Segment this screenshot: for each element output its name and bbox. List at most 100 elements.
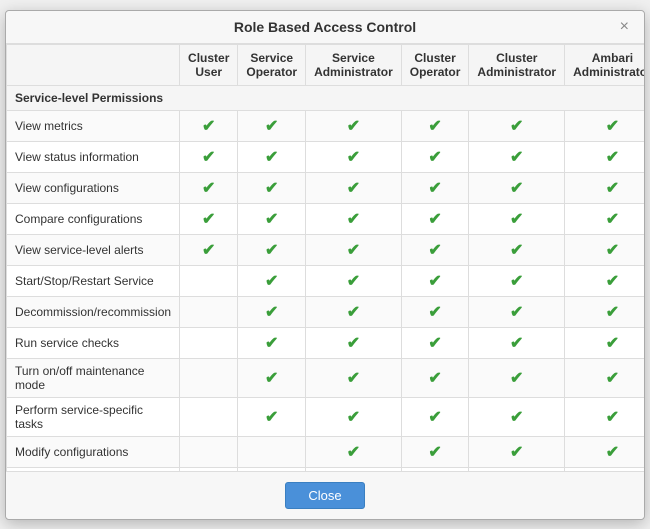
checkmark-icon: ✔	[428, 180, 441, 197]
permission-cell-ambari_administrator: ✔	[565, 436, 644, 467]
checkmark-icon: ✔	[347, 335, 360, 352]
modal-close-x-button[interactable]: ×	[615, 17, 634, 37]
checkmark-icon: ✔	[265, 149, 278, 166]
permission-cell-cluster_administrator: ✔	[469, 436, 565, 467]
checkmark-icon: ✔	[510, 118, 523, 135]
permission-cell-cluster_user	[180, 358, 238, 397]
checkmark-icon: ✔	[202, 211, 215, 228]
permission-cell-cluster_user	[180, 436, 238, 467]
checkmark-icon: ✔	[510, 409, 523, 426]
permission-cell-ambari_administrator: ✔	[565, 296, 644, 327]
checkmark-icon: ✔	[347, 118, 360, 135]
permission-cell-service_operator: ✔	[238, 110, 306, 141]
checkmark-icon: ✔	[202, 242, 215, 259]
permission-cell-service_administrator: ✔	[306, 296, 402, 327]
permission-cell-service_administrator: ✔	[306, 397, 402, 436]
permission-cell-ambari_administrator: ✔	[565, 467, 644, 471]
table-row: Start/Stop/Restart Service✔✔✔✔✔	[7, 265, 645, 296]
permission-cell-service_administrator: ✔	[306, 141, 402, 172]
permission-cell-cluster_operator: ✔	[401, 327, 469, 358]
permission-cell-cluster_administrator: ✔	[469, 110, 565, 141]
permission-label: View metrics	[7, 110, 180, 141]
checkmark-icon: ✔	[428, 409, 441, 426]
table-header-row: Cluster User Service Operator Service Ad…	[7, 44, 645, 85]
checkmark-icon: ✔	[202, 149, 215, 166]
checkmark-icon: ✔	[347, 242, 360, 259]
permission-cell-ambari_administrator: ✔	[565, 327, 644, 358]
checkmark-icon: ✔	[265, 118, 278, 135]
modal-footer: Close	[6, 471, 644, 519]
permission-cell-cluster_user	[180, 467, 238, 471]
permission-label: Compare configurations	[7, 203, 180, 234]
permission-cell-cluster_administrator: ✔	[469, 141, 565, 172]
checkmark-icon: ✔	[510, 335, 523, 352]
permission-cell-service_operator	[238, 436, 306, 467]
permission-cell-service_administrator: ✔	[306, 265, 402, 296]
permission-label: View status information	[7, 141, 180, 172]
checkmark-icon: ✔	[265, 335, 278, 352]
permission-cell-service_administrator: ✔	[306, 436, 402, 467]
permission-cell-cluster_user	[180, 265, 238, 296]
table-row: Turn on/off maintenance mode✔✔✔✔✔	[7, 358, 645, 397]
permission-cell-service_administrator: ✔	[306, 203, 402, 234]
modal-container: Role Based Access Control × Cluster User…	[5, 10, 645, 520]
table-row: View status information✔✔✔✔✔✔	[7, 141, 645, 172]
checkmark-icon: ✔	[606, 304, 619, 321]
permissions-table: Cluster User Service Operator Service Ad…	[6, 44, 644, 471]
checkmark-icon: ✔	[347, 409, 360, 426]
checkmark-icon: ✔	[428, 444, 441, 461]
checkmark-icon: ✔	[428, 335, 441, 352]
checkmark-icon: ✔	[202, 118, 215, 135]
permission-cell-cluster_operator: ✔	[401, 172, 469, 203]
checkmark-icon: ✔	[428, 211, 441, 228]
permission-cell-service_administrator: ✔	[306, 358, 402, 397]
checkmark-icon: ✔	[606, 211, 619, 228]
permission-cell-cluster_operator: ✔	[401, 467, 469, 471]
table-row: Compare configurations ✔ ✔ ✔ ✔ ✔ ✔	[7, 203, 645, 234]
table-row: Modify configurations ✔ ✔ ✔ ✔	[7, 436, 645, 467]
col-header-permission	[7, 44, 180, 85]
permission-cell-service_operator: ✔	[238, 358, 306, 397]
permission-cell-service_operator: ✔	[238, 234, 306, 265]
permission-cell-ambari_administrator: ✔	[565, 110, 644, 141]
permission-cell-cluster_user: ✔	[180, 110, 238, 141]
permission-cell-cluster_administrator: ✔	[469, 203, 565, 234]
permission-cell-service_administrator: ✔	[306, 467, 402, 471]
permission-label: Run service checks	[7, 327, 180, 358]
col-header-ambari-administrator: Ambari Administrator	[565, 44, 644, 85]
col-header-cluster-administrator: Cluster Administrator	[469, 44, 565, 85]
permission-cell-ambari_administrator: ✔	[565, 141, 644, 172]
permission-cell-service_administrator: ✔	[306, 327, 402, 358]
close-button[interactable]: Close	[285, 482, 364, 509]
table-row: View service-level alerts✔✔✔✔✔✔	[7, 234, 645, 265]
table-row: Manage configuration groups✔✔✔✔	[7, 467, 645, 471]
checkmark-icon: ✔	[265, 211, 278, 228]
checkmark-icon: ✔	[606, 444, 619, 461]
permission-cell-cluster_administrator: ✔	[469, 327, 565, 358]
permission-label: Modify configurations	[7, 436, 180, 467]
checkmark-icon: ✔	[510, 211, 523, 228]
checkmark-icon: ✔	[428, 273, 441, 290]
checkmark-icon: ✔	[428, 118, 441, 135]
checkmark-icon: ✔	[265, 304, 278, 321]
checkmark-icon: ✔	[428, 304, 441, 321]
table-row: Run service checks ✔ ✔ ✔ ✔ ✔	[7, 327, 645, 358]
permission-cell-cluster_operator: ✔	[401, 397, 469, 436]
permission-cell-cluster_user	[180, 296, 238, 327]
permission-cell-cluster_user: ✔	[180, 172, 238, 203]
permission-label: Manage configuration groups	[7, 467, 180, 471]
checkmark-icon: ✔	[428, 242, 441, 259]
permission-cell-ambari_administrator: ✔	[565, 397, 644, 436]
permission-cell-cluster_operator: ✔	[401, 110, 469, 141]
checkmark-icon: ✔	[265, 180, 278, 197]
checkmark-icon: ✔	[510, 304, 523, 321]
permission-cell-cluster_operator: ✔	[401, 141, 469, 172]
checkmark-icon: ✔	[510, 370, 523, 387]
permission-cell-cluster_operator: ✔	[401, 203, 469, 234]
permission-cell-cluster_administrator: ✔	[469, 397, 565, 436]
permission-cell-ambari_administrator: ✔	[565, 172, 644, 203]
section-header-label: Service-level Permissions	[7, 85, 645, 110]
checkmark-icon: ✔	[428, 149, 441, 166]
permission-cell-service_operator: ✔	[238, 397, 306, 436]
permission-cell-service_operator: ✔	[238, 141, 306, 172]
